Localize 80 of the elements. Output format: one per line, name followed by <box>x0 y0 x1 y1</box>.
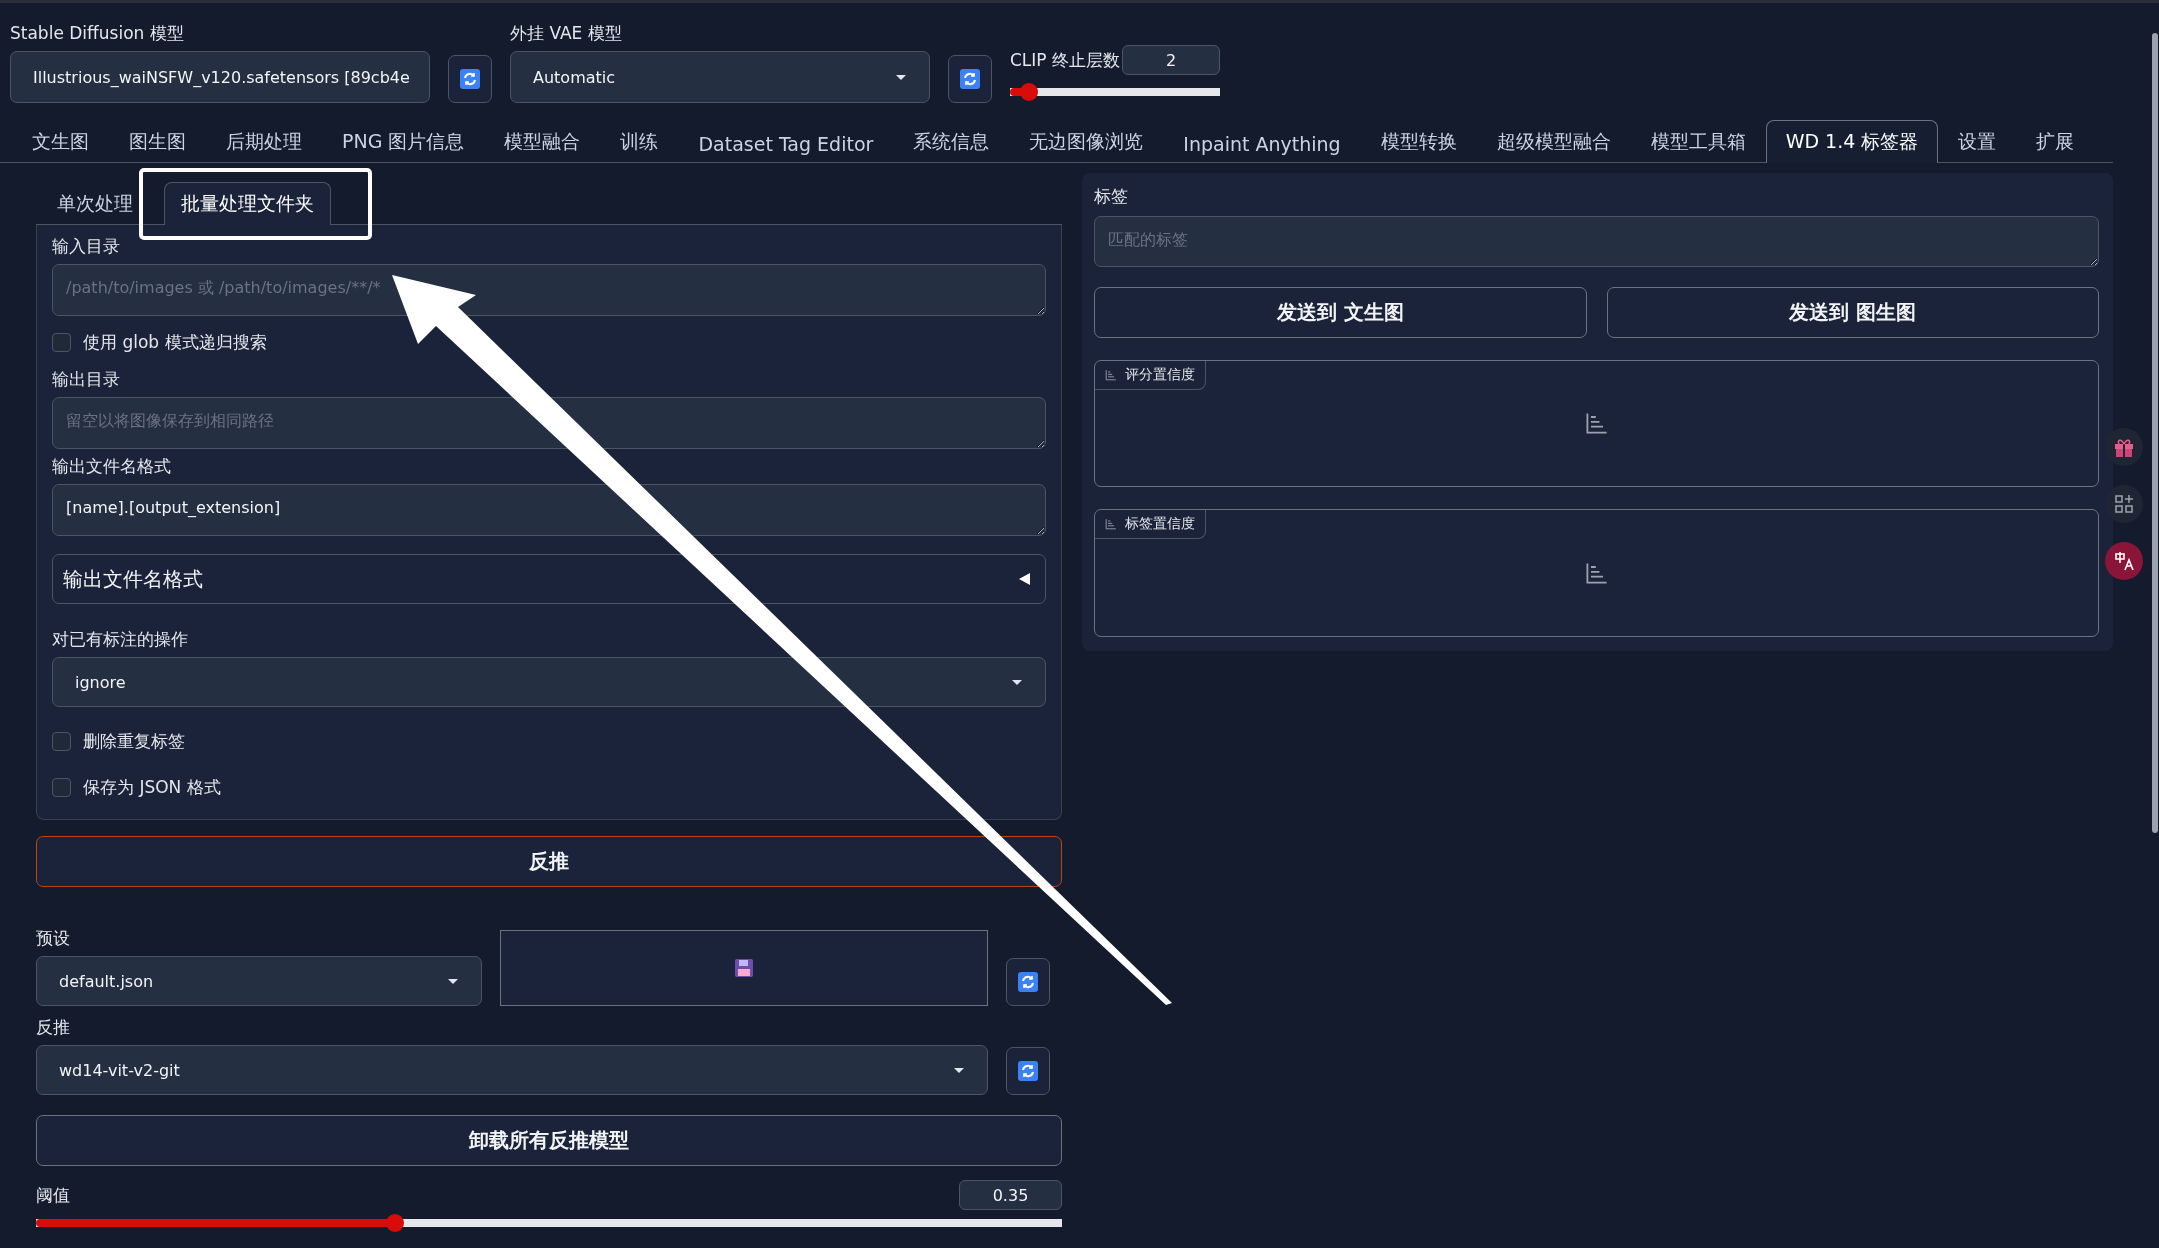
tab[interactable]: 模型工具箱 <box>1630 120 1766 163</box>
interrogate-button[interactable]: 反推 <box>36 836 1062 887</box>
checkbox[interactable] <box>52 332 71 352</box>
model-dropdown[interactable]: Illustrious_waiNSFW_v120.safetensors [89cb4e <box>10 51 430 103</box>
number-field[interactable]: 2 <box>1122 45 1220 75</box>
send-button[interactable]: 发送到 文生图 <box>1094 286 1587 338</box>
tags-field[interactable]: 匹配的标签 <box>1094 216 2099 267</box>
collapse-triangle-icon <box>1017 572 1031 586</box>
refresh-button[interactable] <box>948 55 992 103</box>
refresh-icon <box>960 69 980 89</box>
refresh-button[interactable] <box>448 55 492 103</box>
field-label: 输入目录 <box>52 235 121 258</box>
bar-chart-icon <box>1105 368 1117 381</box>
caret-icon <box>895 73 907 81</box>
panel-title: 标签置信度 <box>1125 515 1195 534</box>
bar-chart-icon <box>1584 561 1609 586</box>
tab[interactable]: 训练 <box>600 120 679 163</box>
checkbox-label: 保存为 JSON 格式 <box>83 775 221 799</box>
field-label: 对已有标注的操作 <box>52 628 189 651</box>
tab[interactable]: 后期处理 <box>206 120 322 163</box>
slider-thumb[interactable] <box>386 1214 405 1232</box>
apps-icon <box>2114 494 2134 514</box>
translate-icon <box>2113 550 2135 572</box>
tab[interactable]: Dataset Tag Editor <box>678 124 894 163</box>
text-field[interactable]: 留空以将图像保存到相同路径 <box>52 397 1046 449</box>
refresh-icon <box>1018 1061 1038 1081</box>
refresh-button[interactable] <box>1006 1047 1050 1095</box>
send-button[interactable]: 发送到 图生图 <box>1606 286 2099 338</box>
tab[interactable]: 批量处理文件夹 <box>164 182 331 225</box>
tab[interactable]: 模型转换 <box>1360 120 1477 163</box>
unload-button[interactable]: 卸载所有反推模型 <box>36 1115 1062 1166</box>
number-field[interactable]: 0.35 <box>959 1180 1062 1210</box>
caret-icon <box>953 1066 965 1074</box>
refresh-icon <box>1018 972 1038 992</box>
panel-title: 评分置信度 <box>1125 365 1195 384</box>
field-label: 外挂 VAE 模型 <box>510 22 623 45</box>
gift-button[interactable] <box>2105 428 2143 466</box>
caret-icon <box>1011 678 1023 686</box>
field-label: CLIP 终止层数 <box>1010 48 1120 72</box>
field-label: Stable Diffusion 模型 <box>10 22 185 45</box>
tab[interactable]: PNG 图片信息 <box>322 120 485 163</box>
save-button[interactable] <box>500 930 988 1006</box>
scrollbar[interactable] <box>2152 33 2158 833</box>
tab[interactable]: 设置 <box>1938 120 2017 163</box>
tab[interactable]: 单次处理 <box>40 182 150 225</box>
field-label: 反推 <box>36 1016 71 1039</box>
bar-chart-icon <box>1584 411 1609 436</box>
refresh-icon <box>460 69 480 89</box>
refresh-button[interactable] <box>1006 958 1050 1006</box>
field-label: 预设 <box>36 927 71 950</box>
checkbox[interactable] <box>52 777 71 797</box>
tab[interactable]: 图生图 <box>109 120 206 163</box>
field-label: 标签 <box>1094 185 1129 208</box>
tab[interactable]: 超级模型融合 <box>1476 120 1631 163</box>
preset-dropdown[interactable]: default.json <box>36 956 482 1006</box>
tab[interactable]: 文生图 <box>12 120 109 163</box>
field-label: 输出目录 <box>52 368 121 391</box>
vae-dropdown[interactable]: Automatic <box>510 51 930 103</box>
checkbox-label: 使用 glob 模式递归搜索 <box>83 330 267 354</box>
tab[interactable]: 模型融合 <box>484 120 601 163</box>
field-label: 输出文件名格式 <box>52 455 172 478</box>
tab[interactable]: WD 1.4 标签器 <box>1765 120 1939 163</box>
tab[interactable]: 扩展 <box>2016 120 2095 163</box>
gift-icon <box>2113 436 2135 458</box>
field-label: 阈值 <box>36 1183 70 1207</box>
checkbox[interactable] <box>52 731 71 751</box>
bar-chart-icon <box>1105 518 1117 531</box>
interrogator-dropdown[interactable]: wd14-vit-v2-git <box>36 1045 988 1095</box>
dropdown[interactable]: ignore <box>52 657 1046 707</box>
apps-button[interactable] <box>2105 485 2143 523</box>
text-field[interactable]: [name].[output_extension] <box>52 484 1046 536</box>
translate-button[interactable] <box>2105 542 2143 580</box>
checkbox-label: 删除重复标签 <box>83 729 185 753</box>
tab[interactable]: 系统信息 <box>893 120 1010 163</box>
slider-thumb[interactable] <box>1019 83 1038 101</box>
tab[interactable]: Inpaint Anything <box>1163 124 1361 163</box>
caret-icon <box>447 977 459 985</box>
text-field[interactable]: /path/to/images 或 /path/to/images/**/* <box>52 264 1046 316</box>
tab[interactable]: 无边图像浏览 <box>1009 120 1164 163</box>
accordion-header[interactable]: 输出文件名格式 <box>52 554 1046 604</box>
